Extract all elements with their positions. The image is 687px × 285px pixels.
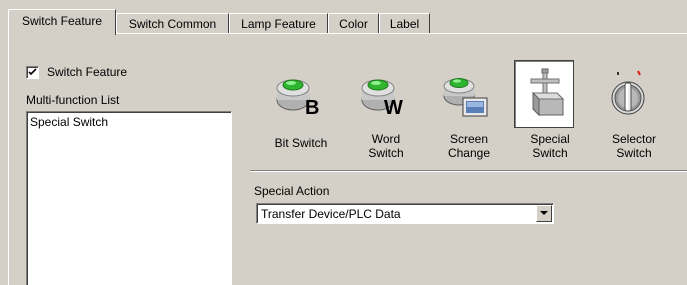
tab-switch-common[interactable]: Switch Common bbox=[116, 13, 229, 34]
selector-switch-icon bbox=[611, 70, 645, 115]
list-item[interactable]: Special Switch bbox=[30, 115, 108, 129]
word-switch-icon-box: W bbox=[350, 60, 410, 128]
selector-switch-button[interactable]: Selector Switch bbox=[598, 60, 670, 160]
special-action-divider bbox=[250, 170, 687, 172]
chevron-down-icon bbox=[540, 211, 548, 215]
screen-change-icon-box bbox=[433, 60, 493, 128]
word-switch-icon: W bbox=[361, 79, 403, 118]
svg-text:B: B bbox=[305, 97, 319, 118]
tab-color[interactable]: Color bbox=[328, 13, 379, 34]
switch-feature-label: Switch Feature bbox=[47, 65, 128, 79]
multi-function-list[interactable]: Special Switch bbox=[26, 111, 232, 285]
svg-text:W: W bbox=[384, 97, 403, 118]
bit-switch-icon: B bbox=[276, 79, 319, 118]
bit-switch-button[interactable]: B Bit Switch bbox=[265, 60, 337, 160]
word-switch-label: Word Switch bbox=[368, 132, 404, 160]
switch-feature-checkbox[interactable] bbox=[26, 65, 39, 79]
switch-feature-checkbox-row[interactable]: Switch Feature bbox=[26, 64, 127, 80]
special-switch-icon bbox=[530, 68, 565, 117]
special-action-select[interactable]: Transfer Device/PLC Data bbox=[256, 203, 554, 224]
selector-switch-icon-box bbox=[598, 60, 658, 128]
dropdown-button[interactable] bbox=[536, 205, 552, 222]
bit-switch-icon-box: B bbox=[265, 60, 325, 128]
tab-switch-feature[interactable]: Switch Feature bbox=[8, 9, 116, 35]
tab-lamp-feature[interactable]: Lamp Feature bbox=[229, 13, 328, 34]
special-action-value: Transfer Device/PLC Data bbox=[261, 207, 401, 221]
special-switch-icon-box bbox=[514, 60, 574, 128]
tab-label[interactable]: Label bbox=[379, 13, 430, 34]
special-switch-label: Special Switch bbox=[530, 132, 570, 160]
screen-change-button[interactable]: Screen Change bbox=[433, 60, 505, 160]
selector-switch-label: Selector Switch bbox=[611, 132, 657, 160]
tab-bar: Switch Feature Switch Common Lamp Featur… bbox=[0, 0, 687, 35]
screen-change-icon bbox=[443, 78, 488, 117]
special-action-label: Special Action bbox=[254, 184, 330, 198]
multi-function-list-label: Multi-function List bbox=[26, 93, 120, 107]
word-switch-button[interactable]: W Word Switch bbox=[350, 60, 422, 160]
screen-change-label: Screen Change bbox=[447, 132, 491, 160]
special-switch-button[interactable]: Special Switch bbox=[514, 60, 586, 160]
bit-switch-label: Bit Switch bbox=[274, 136, 328, 150]
checkmark-icon bbox=[28, 67, 37, 75]
